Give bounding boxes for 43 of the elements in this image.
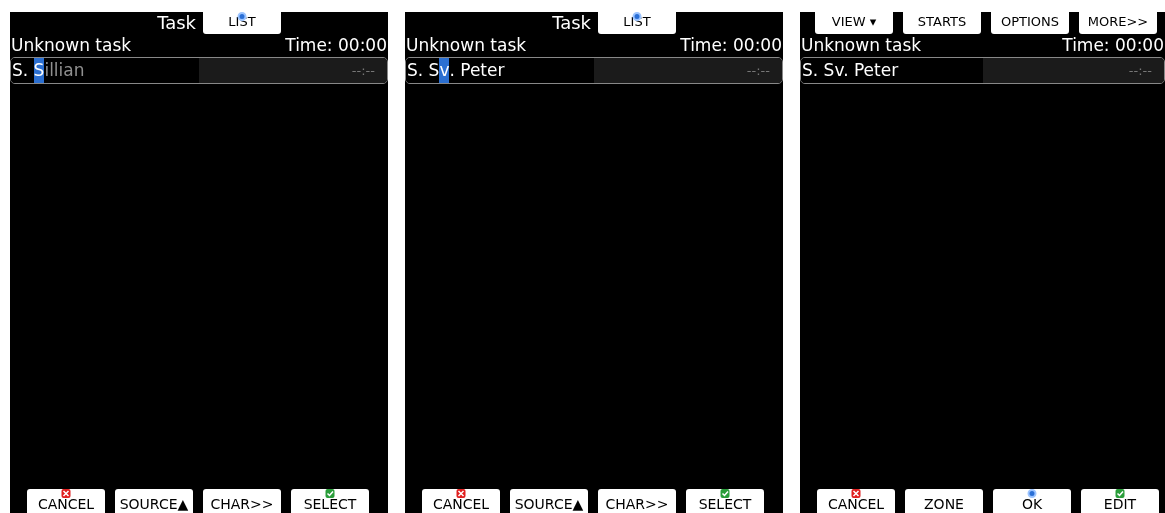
task-name: Unknown task <box>11 34 132 57</box>
softkey-button[interactable]: CANCEL <box>27 489 105 513</box>
softkey-button[interactable]: CANCEL <box>422 489 500 513</box>
softkey-button[interactable]: SOURCE▲ <box>510 489 588 513</box>
softkey-button[interactable]: CANCEL <box>817 489 895 513</box>
check-icon <box>325 489 335 498</box>
task-name: Unknown task <box>801 34 922 57</box>
task-time: Time: 00:00 <box>285 34 387 57</box>
text-cursor: S <box>33 58 45 83</box>
turnpoint-name: . Peter <box>449 59 505 82</box>
softkey-button[interactable]: ZONE <box>905 489 983 513</box>
cross-icon <box>851 489 861 498</box>
menu-button[interactable]: OPTIONS <box>991 12 1069 34</box>
text-cursor: v <box>439 58 450 83</box>
eta-time: --:-- <box>1128 62 1152 80</box>
menu-button[interactable]: MORE>> <box>1079 12 1157 34</box>
menu-button[interactable]: STARTS <box>903 12 981 34</box>
menu-button[interactable]: VIEW ▾ <box>815 12 893 34</box>
softkey-button[interactable]: SOURCE▲ <box>115 489 193 513</box>
suggested-name: illian <box>44 59 85 82</box>
softkey-button[interactable]: SELECT <box>686 489 764 513</box>
softkey-button[interactable]: EDIT <box>1081 489 1159 513</box>
softkey-button[interactable]: OK <box>993 489 1071 513</box>
task-name: Unknown task <box>406 34 527 57</box>
task-time: Time: 00:00 <box>1062 34 1164 57</box>
screen-title: Task <box>157 12 196 34</box>
eta-time: --:-- <box>746 62 770 80</box>
turnpoint-row[interactable]: S. Sv. Peter --:-- <box>405 57 783 84</box>
task-time: Time: 00:00 <box>680 34 782 57</box>
turnpoint-name: S. Sv. Peter <box>802 59 899 82</box>
softkey-button[interactable]: CHAR>> <box>598 489 676 513</box>
turnpoint-name: S. S <box>407 59 440 82</box>
turnpoint-row[interactable]: S. Sillian --:-- <box>10 57 388 84</box>
eta-time: --:-- <box>351 62 375 80</box>
screen-title: Task <box>552 12 591 34</box>
cross-icon <box>456 489 466 498</box>
turnpoint-row[interactable]: S. Sv. Peter --:-- <box>800 57 1165 84</box>
softkey-button[interactable]: SELECT <box>291 489 369 513</box>
check-icon <box>1115 489 1125 498</box>
softkey-button[interactable]: CHAR>> <box>203 489 281 513</box>
check-icon <box>720 489 730 498</box>
turnpoint-name: S. <box>12 59 30 82</box>
cross-icon <box>61 489 71 498</box>
